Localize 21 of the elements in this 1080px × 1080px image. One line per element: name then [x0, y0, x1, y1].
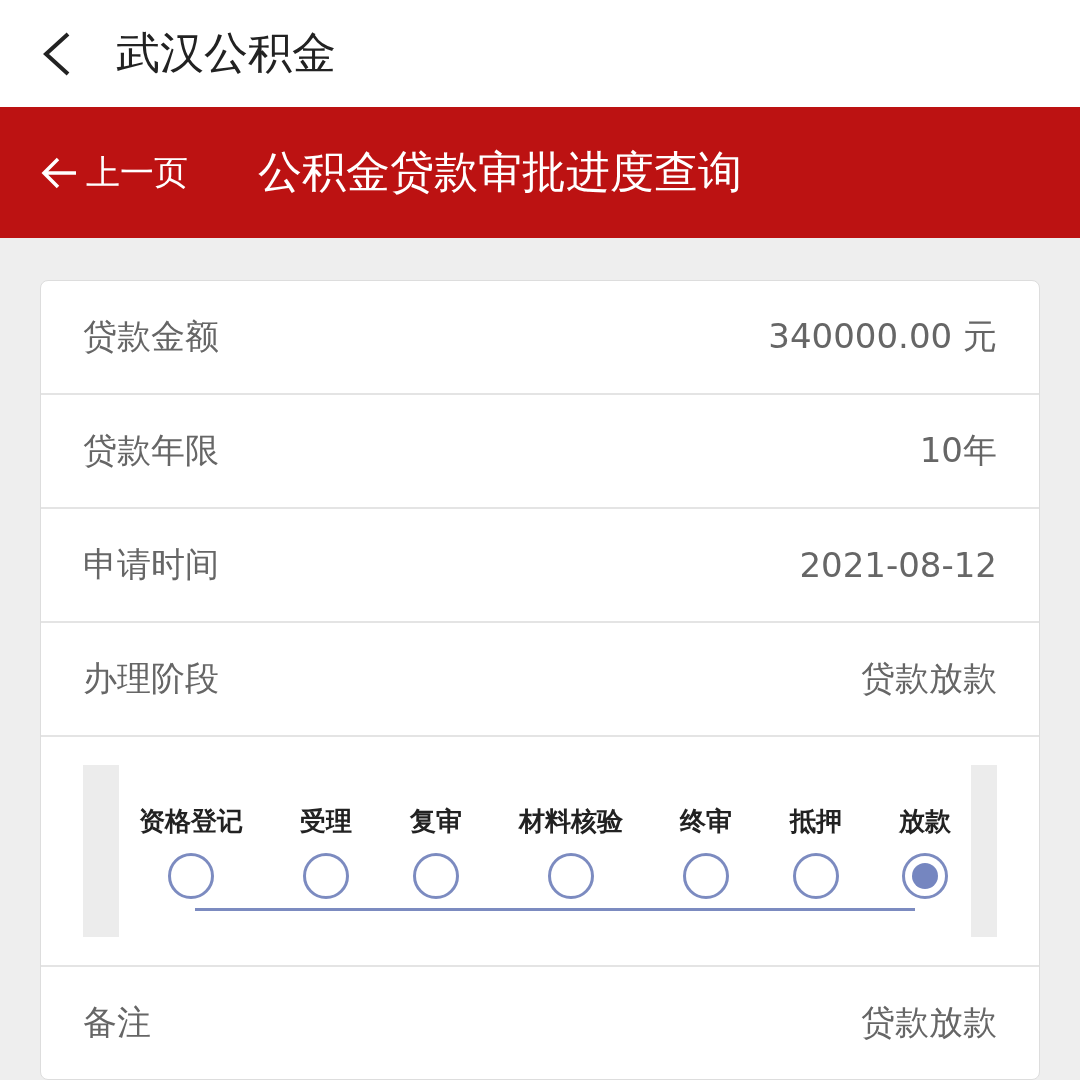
step-label: 受理 — [300, 804, 353, 838]
field-value: 2021-08-12 — [799, 545, 997, 585]
field-label: 办理阶段 — [83, 657, 219, 700]
step-label: 终审 — [680, 804, 733, 838]
field-label: 备注 — [83, 1001, 151, 1044]
step-label: 抵押 — [789, 804, 842, 838]
field-label: 贷款金额 — [83, 315, 219, 358]
step-label: 材料核验 — [519, 804, 623, 838]
step-label: 资格登记 — [139, 804, 243, 838]
back-link[interactable]: 上一页 — [40, 149, 188, 196]
field-label: 贷款年限 — [83, 429, 219, 472]
field-value: 340000.00 元 — [768, 315, 997, 358]
page-title: 公积金贷款审批进度查询 — [258, 145, 742, 200]
step-label: 复审 — [409, 804, 462, 838]
arrow-left-icon — [40, 156, 78, 189]
field-value: 贷款放款 — [861, 1001, 997, 1044]
field-value: 贷款放款 — [861, 657, 997, 700]
app-title: 武汉公积金 — [116, 26, 336, 81]
field-label: 申请时间 — [83, 543, 219, 586]
field-value: 10年 — [919, 429, 997, 472]
step-label: 放款 — [898, 804, 951, 838]
